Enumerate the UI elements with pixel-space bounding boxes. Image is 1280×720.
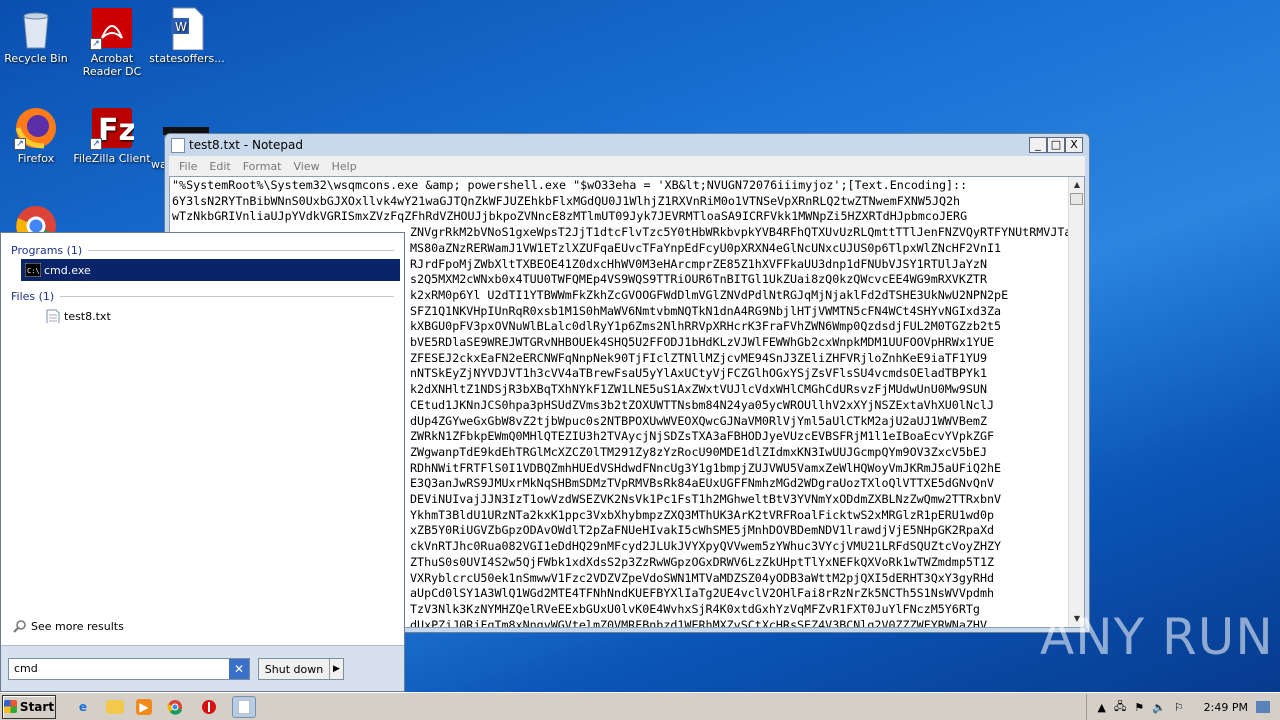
- text-line: wTzNkbGRIVnliaUJpYVdkVGRISmxZVzFqZFhRdVZ…: [172, 209, 968, 224]
- files-header-label: Files (1): [11, 289, 55, 303]
- see-more-label: See more results: [31, 619, 124, 633]
- start-label: Start: [19, 699, 55, 714]
- acrobat-icon: ↗: [90, 6, 134, 50]
- menu-format[interactable]: Format: [237, 160, 288, 173]
- svg-text:W: W: [175, 20, 187, 34]
- menu-edit[interactable]: Edit: [203, 160, 236, 173]
- result-label: cmd.exe: [44, 263, 91, 277]
- recycle-bin-icon: [14, 6, 58, 50]
- shutdown-options-icon[interactable]: ▶: [329, 659, 343, 679]
- programs-header-label: Programs (1): [11, 243, 83, 257]
- flag-icon[interactable]: ⚑: [1134, 701, 1144, 714]
- divider: [60, 295, 394, 297]
- search-input[interactable]: cmd ✕: [8, 658, 250, 680]
- anyrun-watermark: ANY RUN: [1040, 608, 1274, 666]
- menu-view[interactable]: View: [288, 160, 326, 173]
- result-label: test8.txt: [64, 309, 111, 323]
- svg-text:C:\: C:\: [27, 267, 40, 275]
- network-icon[interactable]: 🖧: [1114, 698, 1126, 717]
- taskbar: Start e ▶ ▲ 🖧 ⚑ 🔈 ⚐ 2:49 PM: [0, 692, 1280, 720]
- shutdown-label: Shut down: [264, 662, 324, 676]
- shortcut-arrow-icon: ↗: [90, 138, 102, 150]
- show-desktop-icon[interactable]: [1256, 701, 1270, 713]
- text-line: 6Y3lsN2RYTnBibWNnS0UxbGJXOxllvk4wY21waGJ…: [172, 193, 961, 208]
- window-title: test8.txt - Notepad: [189, 138, 303, 152]
- cmd-icon: C:\: [25, 263, 41, 277]
- notepad-titlebar[interactable]: test8.txt - Notepad: [165, 134, 1089, 156]
- shortcut-arrow-icon: ↗: [14, 138, 26, 150]
- notepad-icon[interactable]: [232, 695, 256, 718]
- desktop-icon-label: statesoffers...: [149, 52, 225, 65]
- see-more-results-link[interactable]: See more results: [13, 619, 124, 633]
- menu-bar: File Edit Format View Help: [169, 156, 1085, 176]
- close-button[interactable]: X: [1065, 137, 1083, 153]
- windows-logo-icon: [3, 700, 17, 713]
- desktop-icon-label: Acrobat Reader DC: [82, 52, 142, 78]
- shutdown-button[interactable]: Shut down ▶: [258, 658, 344, 680]
- text-file-icon: [46, 309, 60, 323]
- firefox-icon: ↗: [14, 106, 58, 150]
- desktop-icon-label: Recycle Bin: [4, 52, 68, 65]
- scroll-up-icon[interactable]: ▲: [1069, 177, 1084, 193]
- start-menu: Programs (1) C:\ cmd.exe Files (1) test8…: [0, 232, 405, 692]
- search-value: cmd: [14, 662, 38, 675]
- desktop-icon-recycle-bin[interactable]: Recycle Bin: [0, 6, 76, 65]
- explorer-icon[interactable]: [106, 699, 124, 714]
- scroll-thumb[interactable]: [1070, 193, 1083, 205]
- desktop-icon-acrobat[interactable]: ↗ Acrobat Reader DC: [72, 6, 152, 78]
- files-group-header: Files (1): [1, 287, 404, 305]
- start-menu-footer: cmd ✕ Shut down ▶: [1, 645, 404, 691]
- vertical-scrollbar[interactable]: ▲ ▼: [1068, 177, 1084, 627]
- desktop-icon-label: Firefox: [17, 152, 55, 165]
- desktop-icon-firefox[interactable]: ↗ Firefox: [0, 106, 76, 165]
- start-button[interactable]: Start: [2, 694, 56, 719]
- system-tray: ▲ 🖧 ⚑ 🔈 ⚐ 2:49 PM: [1086, 694, 1280, 720]
- search-icon: [13, 620, 26, 633]
- media-player-icon[interactable]: ▶: [136, 698, 152, 715]
- desktop-icon-word-doc[interactable]: W statesoffers...: [147, 6, 227, 65]
- minimize-button[interactable]: _: [1029, 137, 1047, 153]
- svg-text:Fz: Fz: [98, 113, 134, 148]
- maximize-button[interactable]: □: [1047, 137, 1065, 153]
- word-doc-icon: W: [165, 6, 209, 51]
- divider: [88, 249, 394, 251]
- security-icon[interactable]: [198, 696, 220, 718]
- action-center-icon[interactable]: ⚐: [1174, 701, 1184, 714]
- clear-search-icon[interactable]: ✕: [229, 659, 249, 679]
- text-line: "%SystemRoot%\System32\wsqmcons.exe &amp…: [172, 178, 968, 192]
- menu-help[interactable]: Help: [326, 160, 363, 173]
- desktop-icon-filezilla[interactable]: Fz ↗ FileZilla Client: [72, 106, 152, 165]
- search-result-test8[interactable]: test8.txt: [21, 305, 400, 327]
- menu-file[interactable]: File: [173, 160, 203, 173]
- chrome-icon[interactable]: [164, 696, 186, 718]
- show-hidden-icons-icon[interactable]: ▲: [1097, 701, 1105, 714]
- shortcut-arrow-icon: ↗: [90, 38, 102, 50]
- filezilla-icon: Fz ↗: [90, 106, 136, 150]
- window-controls: _ □ X: [1029, 137, 1083, 153]
- desktop-icon-label: FileZilla Client: [73, 152, 151, 165]
- programs-group-header: Programs (1): [1, 241, 404, 259]
- ie-icon[interactable]: e: [72, 696, 94, 718]
- notepad-icon: [171, 137, 185, 153]
- volume-icon[interactable]: 🔈: [1152, 701, 1166, 714]
- search-result-cmd[interactable]: C:\ cmd.exe: [21, 259, 400, 281]
- clock[interactable]: 2:49 PM: [1204, 701, 1248, 714]
